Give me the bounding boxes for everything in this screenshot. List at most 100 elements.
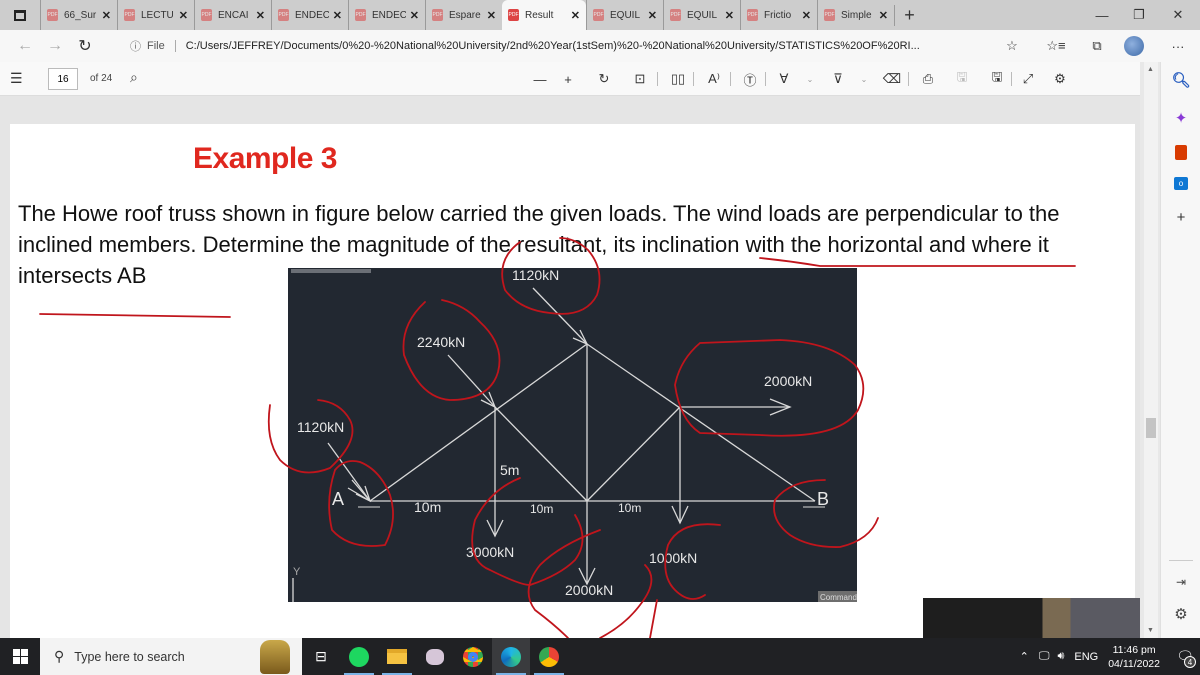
chrome-profile-app[interactable] bbox=[530, 638, 568, 675]
draw-options-chevron-icon[interactable]: ⌄ bbox=[804, 68, 816, 90]
page-view-icon[interactable]: ▯▯ bbox=[666, 68, 690, 90]
eraser-icon[interactable]: ⌫ bbox=[880, 68, 904, 90]
diagonal-left bbox=[494, 406, 588, 502]
close-tab-icon[interactable]: ✕ bbox=[410, 9, 419, 22]
file-explorer-app[interactable] bbox=[378, 638, 416, 675]
browser-tab[interactable]: PDF EQUIL ✕ bbox=[663, 0, 740, 30]
highlight-icon[interactable]: ⊽ bbox=[826, 68, 850, 90]
forward-button[interactable]: → bbox=[40, 37, 70, 55]
close-tab-icon[interactable]: ✕ bbox=[256, 9, 265, 22]
language-indicator[interactable]: ENG bbox=[1074, 651, 1098, 663]
spotify-icon bbox=[349, 646, 369, 667]
chrome-icon bbox=[463, 646, 483, 667]
vertical-scrollbar[interactable]: ▲ ▼ bbox=[1144, 62, 1158, 638]
back-button[interactable]: ← bbox=[10, 37, 40, 55]
spotify-app[interactable] bbox=[340, 638, 378, 675]
address-input[interactable]: ⓘ File C:/Users/JEFFREY/Documents/0%20-%… bbox=[130, 33, 1038, 59]
info-icon[interactable]: ⓘ bbox=[130, 38, 141, 54]
office-icon[interactable] bbox=[1171, 142, 1191, 162]
save-icon[interactable]: 🖫 bbox=[950, 68, 974, 90]
tab-actions-button[interactable] bbox=[0, 0, 40, 30]
hide-sidebar-icon[interactable]: ⇥ bbox=[1171, 572, 1191, 592]
browser-tab[interactable]: PDF ENCAI ✕ bbox=[194, 0, 271, 30]
edge-app[interactable] bbox=[492, 638, 530, 675]
pdf-file-icon: PDF bbox=[593, 9, 604, 21]
browser-tab[interactable]: PDF 66_Sur ✕ bbox=[40, 0, 117, 30]
notifications-button[interactable]: 🗨︎ 4 bbox=[1170, 638, 1200, 675]
rotate-icon[interactable]: ↻ bbox=[592, 68, 616, 90]
start-button[interactable] bbox=[0, 638, 40, 675]
tab-label: Result bbox=[525, 9, 554, 21]
label-span-2: 10m bbox=[530, 502, 553, 516]
close-tab-icon[interactable]: ✕ bbox=[879, 9, 888, 22]
close-tab-icon[interactable]: ✕ bbox=[333, 9, 342, 22]
zoom-out-icon[interactable]: — bbox=[528, 68, 552, 90]
chrome-app[interactable] bbox=[454, 638, 492, 675]
show-hidden-icons[interactable]: ⌃ bbox=[1020, 650, 1029, 663]
browser-tab[interactable]: PDF Result ✕ bbox=[502, 0, 586, 30]
close-tab-icon[interactable]: ✕ bbox=[648, 9, 657, 22]
restore-button[interactable]: ❐ bbox=[1117, 0, 1161, 30]
close-tab-icon[interactable]: ✕ bbox=[802, 9, 811, 22]
sidebar-settings-icon[interactable]: ⚙ bbox=[1171, 604, 1191, 624]
zoom-in-icon[interactable]: + bbox=[556, 68, 580, 90]
support-a-label: A bbox=[332, 489, 344, 509]
highlight-options-chevron-icon[interactable]: ⌄ bbox=[858, 68, 870, 90]
folder-icon bbox=[387, 649, 407, 664]
favorites-icon[interactable]: ☆≡ bbox=[1042, 30, 1070, 62]
print-icon[interactable]: ⎙ bbox=[916, 68, 940, 90]
reload-button[interactable]: ↻ bbox=[70, 36, 100, 56]
browser-tab[interactable]: PDF EQUIL ✕ bbox=[586, 0, 663, 30]
browser-tab[interactable]: PDF LECTU ✕ bbox=[117, 0, 194, 30]
browser-tab[interactable]: PDF ENDEC ✕ bbox=[348, 0, 425, 30]
pdf-file-icon: PDF bbox=[278, 9, 289, 21]
paint-app[interactable] bbox=[416, 638, 454, 675]
volume-icon[interactable]: 🔊︎ bbox=[1057, 650, 1064, 663]
close-tab-icon[interactable]: ✕ bbox=[487, 9, 496, 22]
browser-tab[interactable]: PDF Simple ✕ bbox=[817, 0, 894, 30]
discover-icon[interactable]: ✦ bbox=[1171, 108, 1191, 128]
clock[interactable]: 11:46 pm 04/11/2022 bbox=[1108, 643, 1160, 671]
read-aloud-icon[interactable]: A⁾ bbox=[702, 68, 726, 90]
close-tab-icon[interactable]: ✕ bbox=[725, 9, 734, 22]
tab-label: EQUIL bbox=[610, 9, 641, 21]
search-sidebar-icon[interactable]: 🔍︎ bbox=[1171, 70, 1191, 90]
new-tab-button[interactable]: + bbox=[894, 4, 924, 26]
add-sidebar-icon[interactable]: + bbox=[1171, 207, 1191, 227]
page-number-input[interactable]: 16 bbox=[48, 68, 78, 90]
taskbar-search[interactable]: ⚲ Type here to search bbox=[40, 638, 302, 675]
add-favorite-icon[interactable]: ☆ bbox=[998, 30, 1026, 62]
fit-page-icon[interactable]: ⊡ bbox=[628, 68, 652, 90]
command-label: Command bbox=[820, 593, 857, 602]
label-1120-a: 1120kN bbox=[297, 419, 344, 435]
tab-label: LECTU bbox=[141, 9, 174, 21]
draw-icon[interactable]: ∀ bbox=[772, 68, 796, 90]
notification-count: 4 bbox=[1184, 656, 1196, 668]
scroll-thumb[interactable] bbox=[1146, 418, 1156, 438]
fullscreen-icon[interactable]: ⤢ bbox=[1016, 68, 1040, 90]
browser-tab[interactable]: PDF Frictio ✕ bbox=[740, 0, 817, 30]
task-view-button[interactable]: ⊟ bbox=[302, 638, 340, 675]
profile-avatar[interactable] bbox=[1120, 30, 1148, 62]
scroll-up-icon[interactable]: ▲ bbox=[1147, 66, 1154, 73]
save-as-icon[interactable]: 🖫 bbox=[985, 68, 1009, 90]
close-tab-icon[interactable]: ✕ bbox=[102, 9, 111, 22]
browser-tab[interactable]: PDF Espare ✕ bbox=[425, 0, 502, 30]
browser-tab[interactable]: PDF ENDEC ✕ bbox=[271, 0, 348, 30]
settings-icon[interactable]: ⚙ bbox=[1048, 68, 1072, 90]
search-icon[interactable]: ⌕ bbox=[130, 69, 138, 86]
clock-date: 04/11/2022 bbox=[1108, 657, 1160, 670]
close-tab-icon[interactable]: ✕ bbox=[179, 9, 188, 22]
text-box-icon[interactable]: Ⓣ bbox=[738, 68, 762, 90]
table-of-contents-icon[interactable]: ☰ bbox=[10, 70, 23, 87]
close-window-button[interactable]: ✕ bbox=[1156, 0, 1200, 30]
search-highlight-image bbox=[260, 640, 290, 674]
close-tab-icon[interactable]: ✕ bbox=[571, 9, 580, 22]
pdf-file-icon: PDF bbox=[508, 9, 519, 21]
more-menu-icon[interactable]: ··· bbox=[1164, 30, 1192, 62]
scroll-down-icon[interactable]: ▼ bbox=[1147, 627, 1154, 634]
tab-label: ENDEC bbox=[295, 9, 329, 21]
outlook-icon[interactable]: o bbox=[1171, 173, 1191, 193]
network-icon[interactable]: 🖵 bbox=[1039, 650, 1050, 663]
collections-icon[interactable]: ⧉ bbox=[1083, 30, 1111, 62]
